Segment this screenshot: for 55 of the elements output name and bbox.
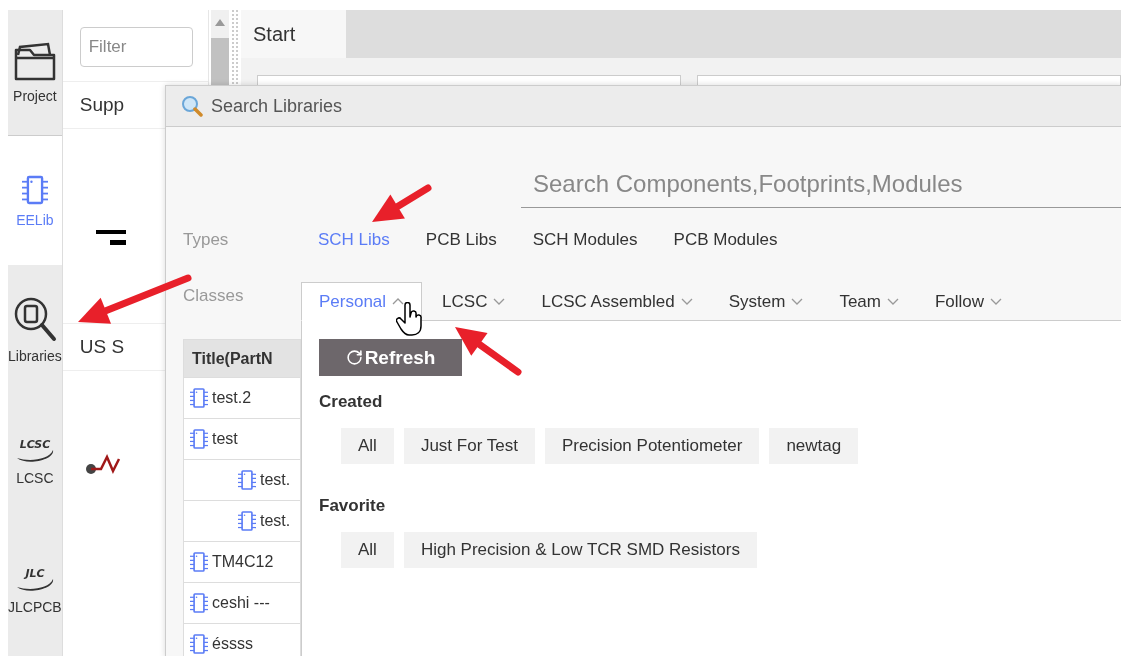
chip-icon (238, 469, 256, 491)
class-tab[interactable]: Team (821, 282, 917, 321)
chevron-down-icon (680, 298, 693, 305)
part-row[interactable]: test. (184, 459, 300, 500)
editor-tab[interactable]: Start (241, 10, 346, 58)
dialog-title: Search Libraries (211, 95, 343, 117)
chip-icon (190, 551, 208, 573)
chevron-down-icon (791, 298, 804, 305)
chip-icon (190, 592, 208, 614)
chevron-down-icon (990, 298, 1003, 305)
refresh-icon (345, 349, 363, 366)
chip-icon (21, 173, 48, 206)
class-tab[interactable]: LCSC (424, 282, 524, 321)
chevron-up-icon (392, 298, 405, 305)
type-option[interactable]: SCH Modules (515, 229, 657, 250)
tag-chip[interactable]: newtag (769, 428, 859, 464)
logo: LCSC (14, 431, 55, 464)
column-header: Title(PartN (184, 340, 300, 377)
pointer-arrow (455, 327, 522, 376)
classes-label: Classes (183, 286, 245, 306)
sidebar-item[interactable]: EELib (8, 136, 62, 265)
chevron-down-icon (886, 298, 899, 305)
part-row[interactable]: éssss (184, 623, 300, 656)
part-row[interactable]: test.2 (184, 377, 300, 418)
tag-chip[interactable]: Precision Potentiometer (544, 428, 760, 464)
part-row[interactable]: ceshi --- (184, 582, 300, 623)
scroll-up-icon[interactable] (214, 18, 227, 28)
magnifier-icon (181, 95, 203, 117)
tag-chip[interactable]: High Precision & Low TCR SMD Resistors (403, 532, 757, 568)
type-option[interactable]: PCB Libs (408, 229, 516, 250)
chip-icon (190, 633, 208, 655)
part-row[interactable]: test. (184, 500, 300, 541)
part-row[interactable]: test (184, 418, 300, 459)
chip-icon (190, 428, 208, 450)
search-field[interactable]: Search Components,Footprints,Modules (521, 161, 1121, 208)
tag-chip[interactable]: Just For Test (403, 428, 535, 464)
filter-field[interactable]: Filter (79, 27, 194, 67)
magnifier-chip-icon (12, 295, 57, 342)
refresh-button[interactable]: Refresh (319, 339, 462, 376)
class-tab[interactable]: System (710, 282, 822, 321)
class-tab[interactable]: LCSC Assembled (523, 282, 711, 321)
pointer-arrow (372, 184, 432, 222)
chevron-down-icon (493, 298, 506, 305)
type-option[interactable]: PCB Modules (656, 229, 797, 250)
folder-icon (12, 41, 57, 82)
chip-icon (190, 387, 208, 409)
tag-chip[interactable]: All (341, 428, 394, 464)
class-tab[interactable]: Follow (916, 282, 1021, 321)
logo: JLC (14, 560, 55, 593)
group-heading: Favorite (319, 496, 387, 516)
part-row[interactable]: TM4C12 (184, 541, 300, 582)
group-heading: Created (319, 392, 384, 412)
tag-chip[interactable]: All (341, 532, 394, 568)
chip-icon (238, 510, 256, 532)
types-label: Types (183, 229, 230, 250)
